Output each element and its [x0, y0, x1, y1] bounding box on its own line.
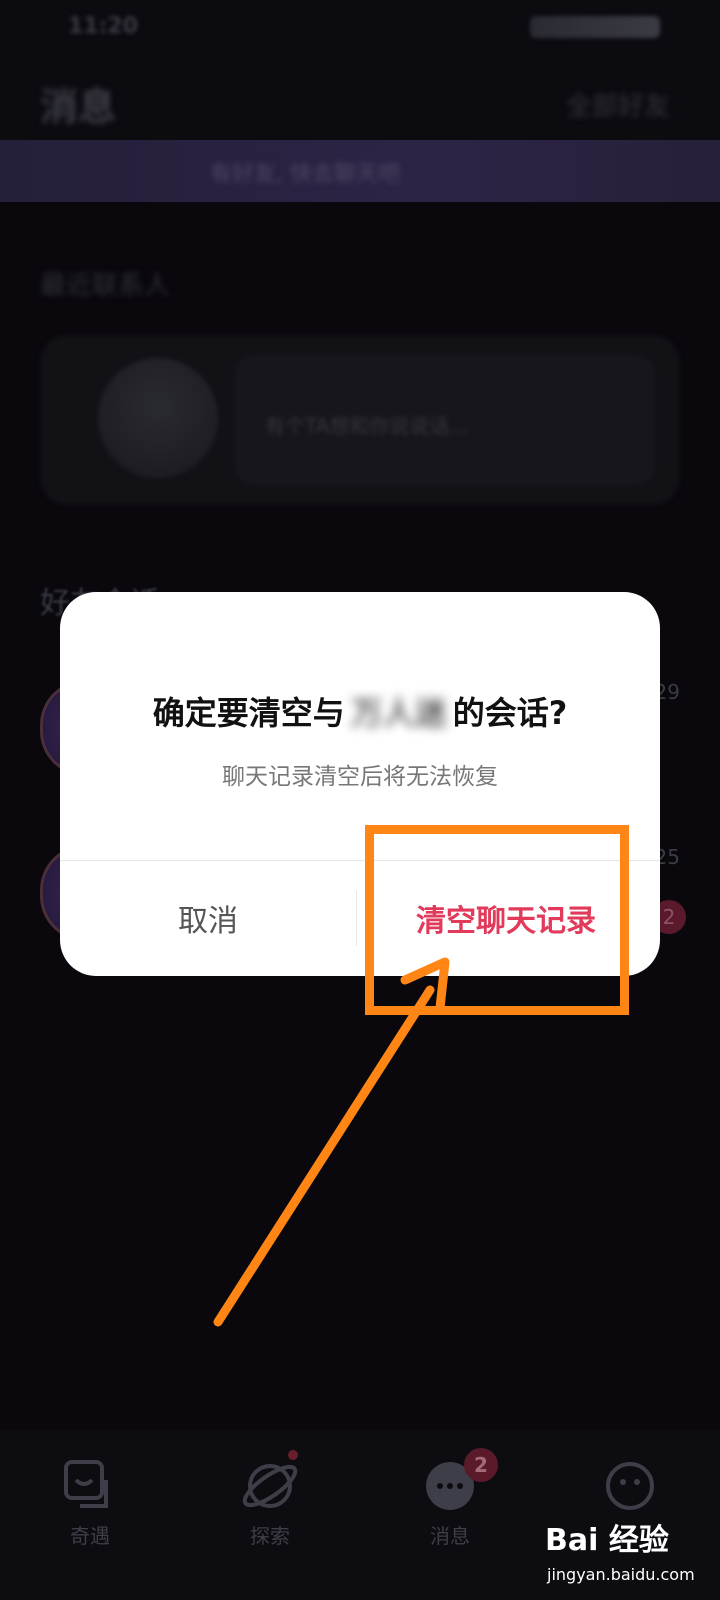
- annotation-arrow-icon: [213, 957, 450, 1327]
- watermark-brand: Bai 经验: [545, 1523, 669, 1558]
- baidu-jingyan-watermark: Bai 经验 jingyan.baidu.com: [545, 1515, 715, 1595]
- screen: 11:20 消息 全部好友 有好友, 快去聊天吧 最近联系人 有个TA想和你说说…: [0, 0, 720, 1600]
- watermark-url: jingyan.baidu.com: [547, 1565, 695, 1584]
